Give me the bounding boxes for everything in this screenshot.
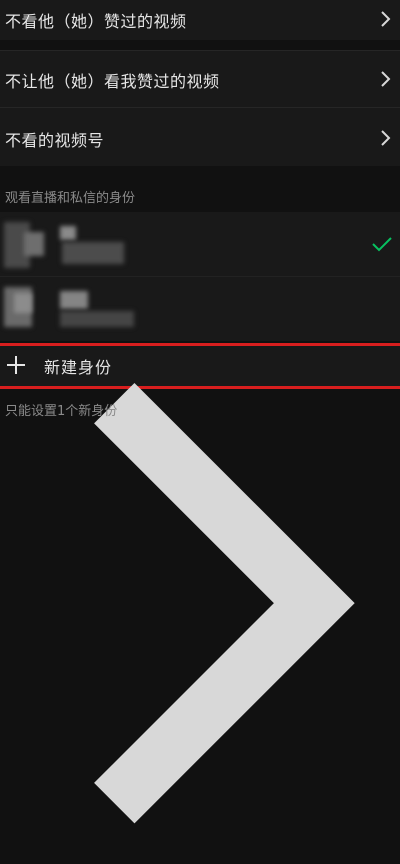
identity-option-other[interactable] — [0, 277, 400, 341]
new-identity-label: 新建身份 — [44, 358, 113, 377]
section-header-identity: 观看直播和私信的身份 — [5, 191, 136, 206]
settings-item-hide-my-likes[interactable]: 不让他（她）看我赞过的视频 — [0, 51, 400, 107]
chevron-right-icon — [381, 11, 391, 27]
chevron-right-icon — [94, 382, 355, 824]
chevron-right-icon — [381, 71, 391, 87]
identity-option-current[interactable] — [0, 212, 400, 276]
name-obscured-detail — [62, 242, 124, 264]
settings-page: 不看他（她）赞过的视频 不让他（她）看我赞过的视频 不看的视频号 观看直播和私信… — [0, 0, 400, 824]
identity-limit-note: 只能设置1个新身份 — [5, 404, 118, 419]
avatar-obscured-detail — [24, 232, 44, 256]
name-obscured — [60, 226, 76, 240]
settings-item-hidden-channels[interactable]: 不看的视频号 — [0, 108, 400, 166]
chevron-right-icon — [381, 130, 391, 146]
checkmark-icon — [372, 237, 392, 252]
settings-item-label: 不看他（她）赞过的视频 — [5, 12, 187, 31]
name-obscured-detail — [60, 311, 134, 327]
name-obscured — [60, 291, 88, 309]
new-identity-button[interactable]: 新建身份 — [0, 343, 400, 824]
plus-icon — [7, 356, 25, 374]
avatar-obscured-detail — [14, 293, 32, 313]
settings-item-hide-their-likes[interactable]: 不看他（她）赞过的视频 — [0, 0, 400, 40]
identity-list — [0, 212, 400, 341]
settings-item-label: 不让他（她）看我赞过的视频 — [5, 72, 220, 91]
settings-item-label: 不看的视频号 — [5, 131, 105, 150]
